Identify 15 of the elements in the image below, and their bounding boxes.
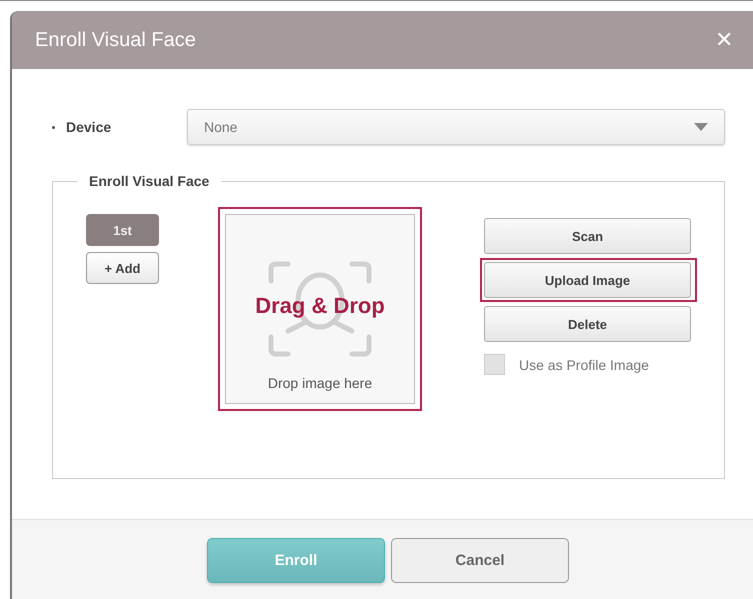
window-title: Enroll Visual Face <box>35 28 196 52</box>
section-legend: Enroll Visual Face <box>77 173 222 189</box>
cancel-button[interactable]: Cancel <box>391 538 569 582</box>
add-button[interactable]: + Add <box>86 252 159 284</box>
action-button[interactable]: Delete <box>484 306 691 342</box>
drop-hint: Drop image here <box>268 375 372 391</box>
action-button[interactable]: Upload Image <box>484 262 691 298</box>
action-button[interactable]: Scan <box>484 218 691 254</box>
checkbox-label: Use as Profile Image <box>519 356 649 372</box>
device-label: Device <box>66 119 112 135</box>
caret-icon <box>694 123 708 131</box>
device-dropdown[interactable]: None <box>187 109 725 145</box>
bullet-icon <box>52 126 55 128</box>
drop-title: Drag & Drop <box>255 293 385 319</box>
drop-zone[interactable]: Drag & Drop Drop image here <box>225 214 415 404</box>
